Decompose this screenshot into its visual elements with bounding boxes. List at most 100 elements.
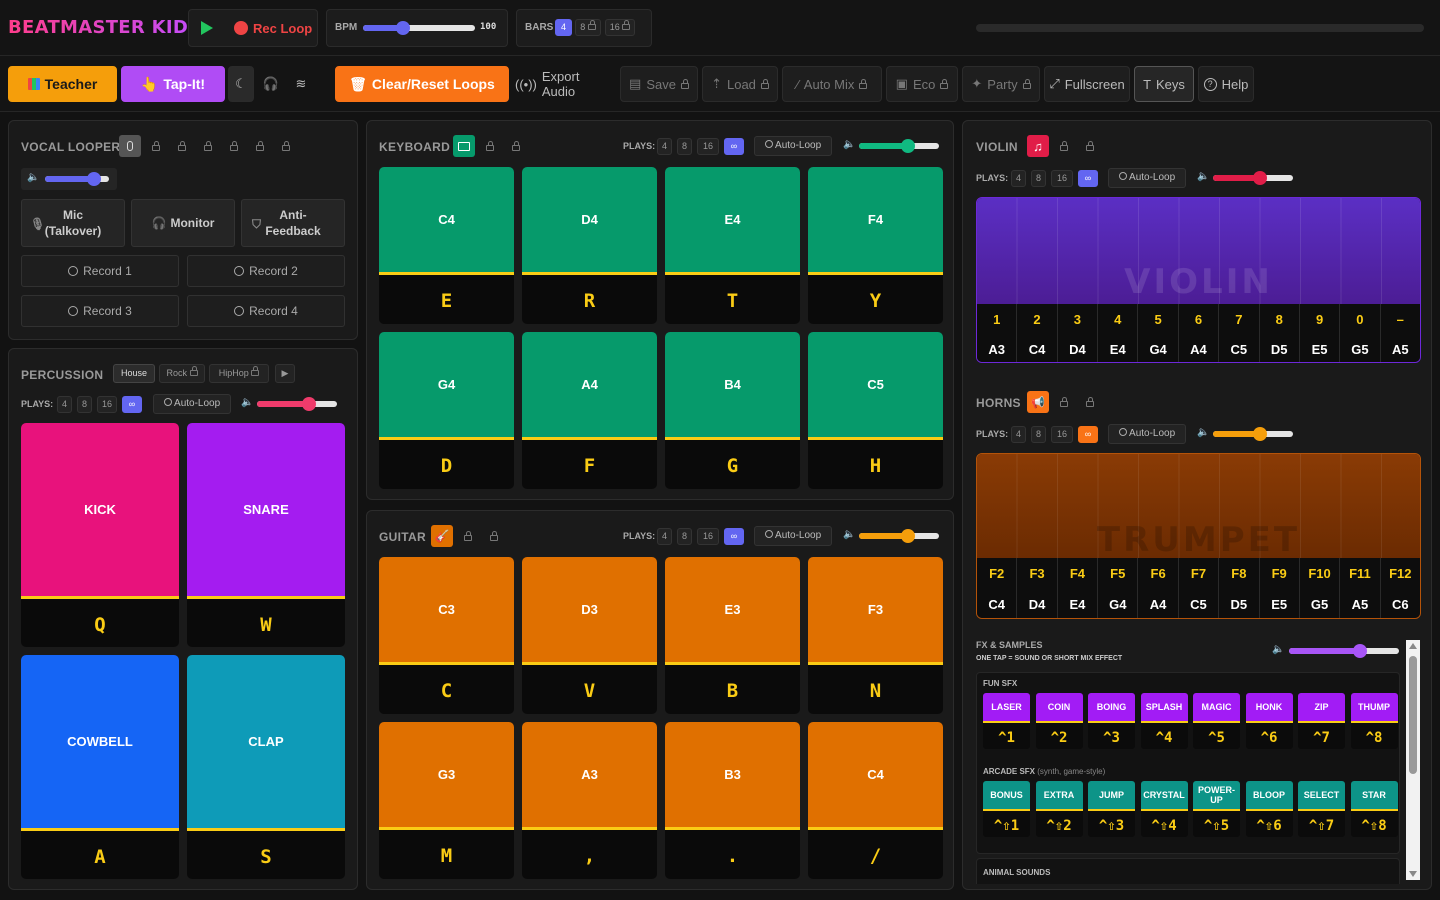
eco-button[interactable]: ▣ Eco xyxy=(886,66,958,102)
plays-4-button[interactable]: 4 xyxy=(657,528,672,545)
violin-note-cell[interactable]: D5 xyxy=(1260,334,1300,362)
horns-note-cell[interactable]: E5 xyxy=(1260,589,1300,618)
violin-key-cell[interactable]: 4 xyxy=(1098,304,1139,334)
horns-note-cell[interactable]: C5 xyxy=(1179,589,1220,618)
plays-infinite-button[interactable]: ∞ xyxy=(1078,426,1098,443)
percussion-pad[interactable]: COWBELL A xyxy=(21,655,179,879)
play-icon[interactable] xyxy=(201,21,213,35)
arcade-sfx-button[interactable]: POWER-UP ^⇧5 xyxy=(1193,781,1240,837)
plays-8-button[interactable]: 8 xyxy=(77,396,92,413)
violin-note-cell[interactable]: E4 xyxy=(1098,334,1139,362)
horns-note-cell[interactable]: A4 xyxy=(1138,589,1179,618)
violin-key-cell[interactable]: – xyxy=(1381,304,1420,334)
horns-note-cell[interactable]: D4 xyxy=(1017,589,1058,618)
bars-8-button[interactable]: 8 xyxy=(575,19,601,36)
horns-key-cell[interactable]: F2 xyxy=(977,558,1018,589)
plays-16-button[interactable]: 16 xyxy=(1051,170,1073,187)
keyboard-pad[interactable]: F4 Y xyxy=(808,167,943,324)
plays-infinite-button[interactable]: ∞ xyxy=(1078,170,1098,187)
arcade-sfx-button[interactable]: BLOOP ^⇧6 xyxy=(1245,781,1293,837)
scroll-thumb[interactable] xyxy=(1409,656,1417,774)
arcade-sfx-button[interactable]: EXTRA ^⇧2 xyxy=(1035,781,1083,837)
monitor-button[interactable]: 🎧 Monitor xyxy=(131,199,235,247)
percussion-volume-slider[interactable] xyxy=(257,397,337,411)
horns-volume-slider[interactable] xyxy=(1213,427,1293,441)
plays-infinite-button[interactable]: ∞ xyxy=(724,528,744,545)
guitar-pad[interactable]: C4 / xyxy=(808,722,943,879)
horns-note-cell[interactable]: G4 xyxy=(1098,589,1139,618)
fun-sfx-button[interactable]: ZIP ^7 xyxy=(1298,693,1345,749)
style-hiphop-button[interactable]: HipHop xyxy=(209,364,269,383)
auto-loop-toggle[interactable]: Auto-Loop xyxy=(754,136,832,156)
guitar-pad[interactable]: A3, xyxy=(522,722,657,879)
bars-16-button[interactable]: 16 xyxy=(605,19,635,36)
arcade-sfx-button[interactable]: CRYSTAL ^⇧4 xyxy=(1140,781,1188,837)
fun-sfx-button[interactable]: SPLASH ^4 xyxy=(1140,693,1188,749)
auto-loop-toggle[interactable]: Auto-Loop xyxy=(153,394,231,414)
fun-sfx-button[interactable]: HONK ^6 xyxy=(1245,693,1293,749)
style-house-button[interactable]: House xyxy=(113,364,155,383)
theme-toggle-button[interactable]: ☾ xyxy=(228,66,254,102)
keyboard-pad[interactable]: C5 H xyxy=(808,332,943,489)
horns-instrument-button[interactable]: 📢 xyxy=(1027,391,1049,413)
horns-note-cell[interactable]: E4 xyxy=(1058,589,1099,618)
record-3-button[interactable]: Record 3 xyxy=(21,295,179,327)
plays-8-button[interactable]: 8 xyxy=(677,138,692,155)
plays-infinite-button[interactable]: ∞ xyxy=(122,396,142,413)
scroll-down-icon[interactable] xyxy=(1409,871,1417,877)
keyboard-pad[interactable]: D4 R xyxy=(522,167,657,324)
violin-note-cell[interactable]: G4 xyxy=(1138,334,1179,362)
violin-key-cell[interactable]: 3 xyxy=(1058,304,1099,334)
keyboard-volume-slider[interactable] xyxy=(859,139,939,153)
export-audio-button[interactable]: ((•)) Export Audio xyxy=(514,66,616,102)
arcade-sfx-button[interactable]: JUMP ^⇧3 xyxy=(1088,781,1135,837)
arcade-sfx-button[interactable]: BONUS ^⇧1 xyxy=(983,781,1030,837)
layers-button[interactable]: ≋ xyxy=(288,66,314,102)
horns-note-cell[interactable]: G5 xyxy=(1300,589,1341,618)
keyboard-pad[interactable]: C4 E xyxy=(379,167,514,324)
violin-note-cell[interactable]: C5 xyxy=(1219,334,1260,362)
plays-infinite-button[interactable]: ∞ xyxy=(724,138,744,155)
plays-8-button[interactable]: 8 xyxy=(1031,426,1046,443)
violin-note-cell[interactable]: G5 xyxy=(1340,334,1381,362)
plays-16-button[interactable]: 16 xyxy=(697,528,719,545)
violin-volume-slider[interactable] xyxy=(1213,171,1293,185)
style-play-button[interactable]: ▶ xyxy=(275,364,295,383)
horns-key-cell[interactable]: F9 xyxy=(1260,558,1300,589)
keyboard-pad[interactable]: G4 D xyxy=(379,332,514,489)
violin-note-cell[interactable]: A5 xyxy=(1381,334,1420,362)
fun-sfx-button[interactable]: THUMP ^8 xyxy=(1350,693,1398,749)
violin-note-cell[interactable]: E5 xyxy=(1300,334,1341,362)
style-rock-button[interactable]: Rock xyxy=(159,364,205,383)
help-button[interactable]: ? Help xyxy=(1198,66,1254,102)
guitar-pad[interactable]: B3. xyxy=(665,722,800,879)
keyboard-pad[interactable]: A4 F xyxy=(522,332,657,489)
violin-key-cell[interactable]: 8 xyxy=(1260,304,1300,334)
horns-key-cell[interactable]: F12 xyxy=(1381,558,1420,589)
mic-toggle-button[interactable] xyxy=(119,135,141,157)
record-2-button[interactable]: Record 2 xyxy=(187,255,345,287)
horns-key-cell[interactable]: F5 xyxy=(1098,558,1139,589)
plays-4-button[interactable]: 4 xyxy=(1011,426,1026,443)
guitar-instrument-button[interactable]: 🎸 xyxy=(431,525,453,547)
keyboard-pad[interactable]: B4 G xyxy=(665,332,800,489)
guitar-pad[interactable]: F3 N xyxy=(808,557,943,714)
fx-volume-slider[interactable] xyxy=(1289,644,1399,658)
guitar-pad[interactable]: C3 C xyxy=(379,557,514,714)
clear-reset-loops-button[interactable]: 🗑 Clear/Reset Loops xyxy=(335,66,509,102)
tap-it-button[interactable]: 👆 Tap-It! xyxy=(121,66,225,102)
horns-note-cell[interactable]: C6 xyxy=(1381,589,1420,618)
bars-4-button[interactable]: 4 xyxy=(555,19,572,36)
record-icon[interactable] xyxy=(234,21,248,35)
guitar-pad[interactable]: E3 B xyxy=(665,557,800,714)
violin-instrument-button[interactable]: ♫ xyxy=(1027,135,1049,157)
violin-note-cell[interactable]: A3 xyxy=(977,334,1018,362)
plays-4-button[interactable]: 4 xyxy=(57,396,72,413)
horns-key-cell[interactable]: F4 xyxy=(1058,558,1099,589)
record-1-button[interactable]: Record 1 xyxy=(21,255,179,287)
fun-sfx-button[interactable]: COIN ^2 xyxy=(1035,693,1083,749)
plays-16-button[interactable]: 16 xyxy=(97,396,117,413)
violin-key-cell[interactable]: 7 xyxy=(1219,304,1260,334)
guitar-pad[interactable]: D3 V xyxy=(522,557,657,714)
arcade-sfx-button[interactable]: SELECT ^⇧7 xyxy=(1298,781,1345,837)
